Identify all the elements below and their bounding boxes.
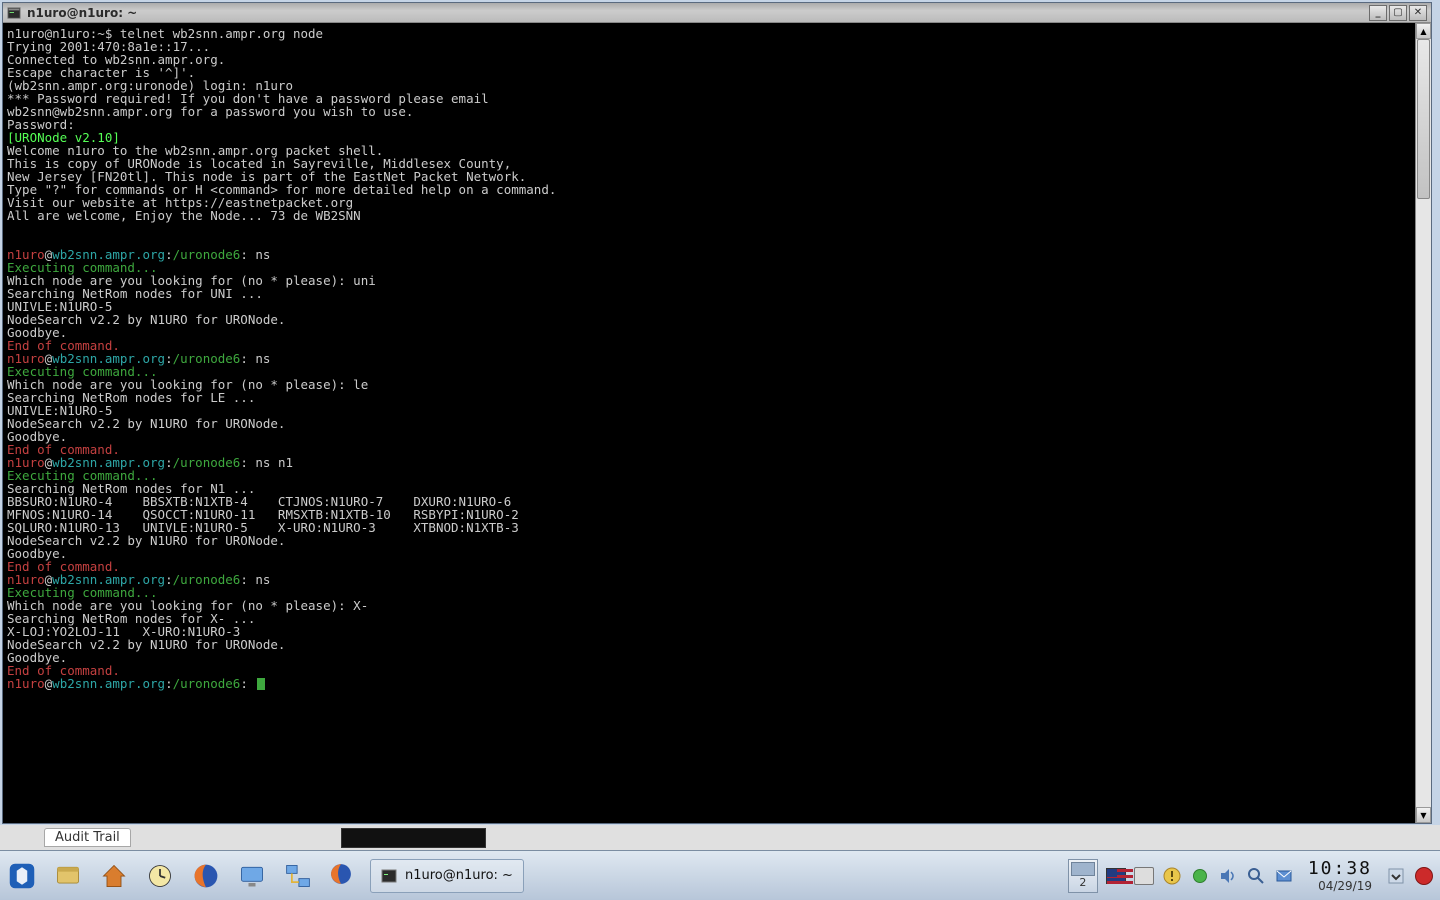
taskbar: n1uro@n1uro: ~ 2 10:38 04/29/19	[0, 850, 1440, 900]
prompt-line: n1uro@wb2snn.ampr.org:/uronode6: ns	[7, 573, 1411, 586]
show-desktop-icon[interactable]	[52, 860, 84, 892]
background-app-strip: Audit Trail	[0, 825, 1440, 850]
clock-area[interactable]: 10:38 04/29/19	[1308, 858, 1372, 893]
workspace-pager[interactable]: 2	[1068, 859, 1098, 893]
network-icon[interactable]	[282, 860, 314, 892]
terminal-line: Connected to wb2snn.ampr.org.	[7, 53, 1411, 66]
start-menu-icon[interactable]	[6, 860, 38, 892]
terminal-viewport[interactable]: n1uro@n1uro:~$ telnet wb2snn.ampr.org no…	[3, 23, 1415, 823]
prompt-line: n1uro@wb2snn.ampr.org:/uronode6: ns	[7, 248, 1411, 261]
clock-time: 10:38	[1308, 858, 1372, 879]
quick-launch	[6, 860, 314, 892]
clock-date: 04/29/19	[1318, 879, 1372, 893]
terminal-line: Goodbye.	[7, 651, 1411, 664]
scrollbar[interactable]: ▲ ▼	[1415, 23, 1431, 823]
scroll-track[interactable]	[1416, 39, 1431, 807]
update-available-icon[interactable]	[1162, 866, 1182, 886]
power-button-icon[interactable]	[1414, 866, 1434, 886]
taskbar-item-label: n1uro@n1uro: ~	[405, 868, 513, 883]
status-green-icon[interactable]	[1190, 866, 1210, 886]
terminal-line: NodeSearch v2.2 by N1URO for URONode.	[7, 313, 1411, 326]
magnifier-icon[interactable]	[1246, 866, 1266, 886]
firefox-icon[interactable]	[190, 860, 222, 892]
minimize-button[interactable]: _	[1369, 5, 1387, 21]
terminal-line: NodeSearch v2.2 by N1URO for URONode.	[7, 638, 1411, 651]
terminal-line: Password:	[7, 118, 1411, 131]
maximize-button[interactable]: ▢	[1389, 5, 1407, 21]
terminal-line: Searching NetRom nodes for UNI ...	[7, 287, 1411, 300]
clock-icon[interactable]	[144, 860, 176, 892]
terminal-line: NodeSearch v2.2 by N1URO for URONode.	[7, 417, 1411, 430]
display-settings-icon[interactable]	[236, 860, 268, 892]
taskbar-item-terminal[interactable]: n1uro@n1uro: ~	[370, 859, 524, 893]
terminal-line: Goodbye.	[7, 430, 1411, 443]
terminal-line	[7, 222, 1411, 235]
terminal-line: Searching NetRom nodes for LE ...	[7, 391, 1411, 404]
firefox-running-icon[interactable]	[330, 863, 352, 889]
terminal-line: NodeSearch v2.2 by N1URO for URONode.	[7, 534, 1411, 547]
scroll-down-button[interactable]: ▼	[1416, 807, 1431, 823]
system-tray: 2 10:38 04/29/19	[1068, 858, 1434, 893]
mail-icon[interactable]	[1274, 866, 1294, 886]
terminal-line: wb2snn@wb2snn.ampr.org for a password yo…	[7, 105, 1411, 118]
home-icon[interactable]	[98, 860, 130, 892]
scroll-thumb[interactable]	[1417, 39, 1430, 199]
titlebar[interactable]: n1uro@n1uro: ~ _ ▢ ✕	[3, 3, 1431, 23]
flag-icon[interactable]	[1106, 866, 1126, 886]
window-title: n1uro@n1uro: ~	[27, 6, 1369, 20]
prompt-line: n1uro@wb2snn.ampr.org:/uronode6: ns n1	[7, 456, 1411, 469]
close-button[interactable]: ✕	[1409, 5, 1427, 21]
terminal-icon	[381, 868, 397, 884]
terminal-window: n1uro@n1uro: ~ _ ▢ ✕ n1uro@n1uro:~$ teln…	[2, 2, 1432, 824]
window-buttons: _ ▢ ✕	[1369, 5, 1427, 21]
volume-icon[interactable]	[1218, 866, 1238, 886]
terminal-line: n1uro@n1uro:~$ telnet wb2snn.ampr.org no…	[7, 27, 1411, 40]
keyboard-layout-icon[interactable]	[1134, 866, 1154, 886]
pager-number: 2	[1079, 876, 1086, 889]
prompt-line: n1uro@wb2snn.ampr.org:/uronode6:	[7, 677, 1411, 690]
tray-chevron-icon[interactable]	[1386, 866, 1406, 886]
terminal-icon	[7, 6, 21, 20]
terminal-line: All are welcome, Enjoy the Node... 73 de…	[7, 209, 1411, 222]
scroll-up-button[interactable]: ▲	[1416, 23, 1431, 39]
background-dark-panel	[341, 828, 486, 848]
prompt-line: n1uro@wb2snn.ampr.org:/uronode6: ns	[7, 352, 1411, 365]
terminal-line: Goodbye.	[7, 326, 1411, 339]
background-tab[interactable]: Audit Trail	[44, 828, 131, 847]
cursor	[257, 678, 265, 690]
terminal-line: Goodbye.	[7, 547, 1411, 560]
